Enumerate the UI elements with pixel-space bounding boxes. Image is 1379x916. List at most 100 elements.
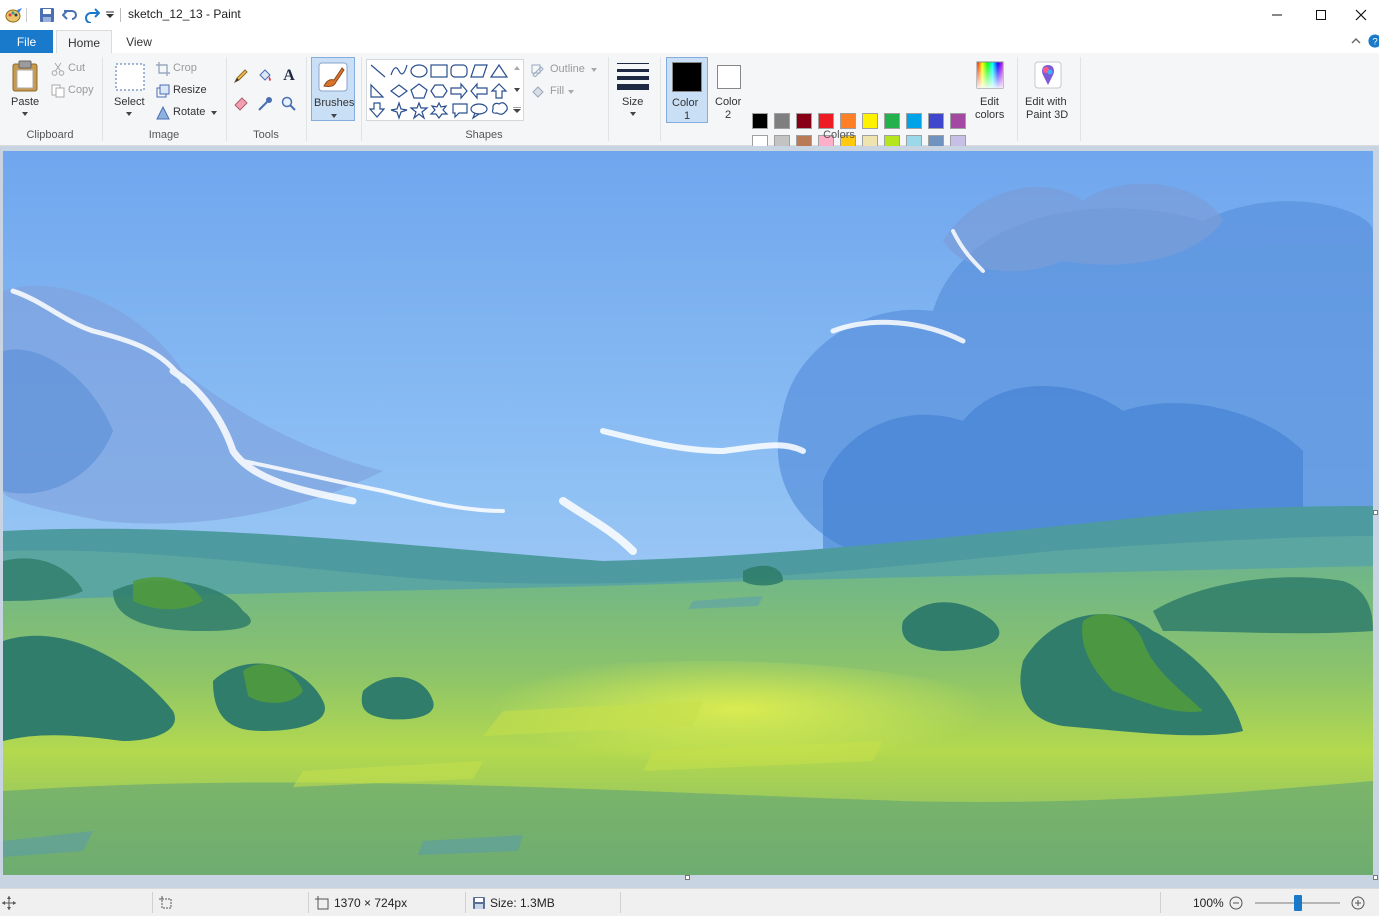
customize-qa-icon[interactable]: [104, 4, 116, 26]
resize-icon[interactable]: [155, 83, 171, 99]
image-group-label: Image: [148, 129, 180, 141]
redo-icon[interactable]: [82, 4, 102, 26]
fill-label: Fill: [550, 85, 565, 97]
palette-swatch[interactable]: [774, 113, 790, 129]
magnifier-icon[interactable]: [280, 95, 298, 113]
clipboard-group-label: Clipboard: [26, 129, 74, 141]
text-tool-icon[interactable]: A: [280, 67, 298, 85]
resize-label[interactable]: Resize: [173, 84, 207, 96]
svg-text:?: ?: [1372, 37, 1377, 48]
palette-swatch[interactable]: [840, 113, 856, 129]
resize-handle-corner[interactable]: [1373, 875, 1378, 880]
tab-home[interactable]: Home: [56, 30, 112, 55]
color1-number: 1: [684, 110, 691, 122]
edit-colors-icon[interactable]: [975, 60, 1005, 90]
shapes-group-label: Shapes: [465, 129, 503, 141]
close-button[interactable]: [1342, 0, 1379, 30]
brushes-dropdown-icon: [330, 113, 338, 119]
collapse-ribbon-icon[interactable]: [1348, 34, 1364, 48]
palette-swatch[interactable]: [906, 113, 922, 129]
color-picker-icon[interactable]: [256, 95, 274, 113]
shapes-more-icon[interactable]: [513, 105, 521, 115]
ribbon-tab-row: File Home View ?: [0, 30, 1379, 55]
paint3d-label[interactable]: Edit with: [1025, 96, 1067, 108]
status-divider: [465, 892, 466, 913]
outline-dropdown-icon: [591, 67, 597, 73]
size-label[interactable]: Size: [622, 96, 643, 108]
zoom-out-button[interactable]: [1229, 889, 1243, 916]
cut-label: Cut: [68, 62, 86, 74]
undo-icon[interactable]: [60, 4, 80, 26]
drawing-canvas[interactable]: [3, 151, 1373, 875]
select-dropdown-icon[interactable]: [125, 111, 133, 117]
cut-icon: [50, 61, 66, 77]
edit-colors-label-2[interactable]: colors: [975, 109, 1004, 121]
paint-app-icon[interactable]: [4, 4, 24, 26]
palette-swatch[interactable]: [862, 113, 878, 129]
paste-dropdown-icon[interactable]: [21, 111, 29, 117]
select-icon[interactable]: [113, 61, 147, 93]
fill-dropdown-icon: [568, 89, 574, 95]
tab-view[interactable]: View: [116, 30, 162, 53]
color2-button[interactable]: Color 2: [712, 57, 746, 123]
image-dimensions: 1370 × 724px: [334, 895, 408, 910]
file-size: Size: 1.3MB: [490, 895, 555, 910]
copy-label: Copy: [68, 84, 94, 96]
canvas-workspace: [0, 146, 1379, 888]
title-bar: sketch_12_13 - Paint: [0, 0, 1379, 30]
group-divider: [1080, 57, 1081, 141]
group-divider: [102, 57, 103, 141]
status-divider: [620, 892, 621, 913]
resize-handle-right[interactable]: [1373, 510, 1378, 515]
paste-label[interactable]: Paste: [11, 96, 39, 108]
window-title: sketch_12_13 - Paint: [128, 7, 241, 21]
outline-label: Outline: [550, 63, 585, 75]
palette-swatch[interactable]: [928, 113, 944, 129]
edit-colors-label[interactable]: Edit: [980, 96, 999, 108]
rotate-dropdown-icon[interactable]: [210, 110, 218, 116]
copy-icon: [50, 83, 66, 99]
shapes-gallery-icons[interactable]: [369, 61, 519, 121]
paste-icon[interactable]: [8, 59, 42, 93]
status-divider: [1160, 892, 1161, 913]
paint3d-icon[interactable]: [1033, 60, 1063, 90]
ribbon: Paste Cut Copy Clipboard Select Crop Res…: [0, 53, 1379, 173]
shapes-scroll-up-icon[interactable]: [513, 63, 521, 73]
colors-group-label: Colors: [823, 129, 855, 141]
zoom-level: 100%: [1193, 895, 1224, 910]
palette-swatch[interactable]: [884, 113, 900, 129]
qa-divider: [26, 4, 27, 26]
selection-size-icon: [159, 889, 173, 916]
help-icon[interactable]: ?: [1368, 33, 1379, 49]
size-dropdown-icon[interactable]: [629, 111, 637, 117]
group-divider: [1017, 57, 1018, 141]
zoom-slider-thumb[interactable]: [1293, 895, 1302, 911]
palette-swatch[interactable]: [752, 113, 768, 129]
minimize-button[interactable]: [1254, 0, 1300, 30]
select-label[interactable]: Select: [114, 96, 145, 108]
color2-label: Color: [715, 96, 742, 108]
eraser-icon[interactable]: [232, 95, 250, 113]
resize-handle-bottom[interactable]: [685, 875, 690, 880]
save-icon[interactable]: [36, 4, 58, 26]
palette-swatch[interactable]: [796, 113, 812, 129]
color1-button[interactable]: Color 1: [666, 57, 708, 123]
rotate-icon[interactable]: [155, 105, 171, 121]
paint3d-label-2[interactable]: Paint 3D: [1026, 109, 1068, 121]
maximize-button[interactable]: [1298, 0, 1344, 30]
crop-label: Crop: [173, 62, 197, 74]
color1-label: Color: [672, 97, 699, 109]
palette-swatch[interactable]: [818, 113, 834, 129]
image-dimensions-icon: [315, 889, 329, 916]
group-divider: [608, 57, 609, 141]
zoom-in-button[interactable]: [1351, 889, 1365, 916]
shapes-scroll-down-icon[interactable]: [513, 85, 521, 95]
brushes-button[interactable]: Brushes: [311, 57, 355, 121]
pencil-icon[interactable]: [232, 67, 250, 85]
fill-bucket-icon[interactable]: [256, 67, 274, 85]
brushes-label: Brushes: [314, 97, 355, 109]
tab-file[interactable]: File: [0, 30, 53, 53]
size-icon[interactable]: [616, 61, 650, 91]
rotate-label[interactable]: Rotate: [173, 106, 205, 118]
palette-swatch[interactable]: [950, 113, 966, 129]
